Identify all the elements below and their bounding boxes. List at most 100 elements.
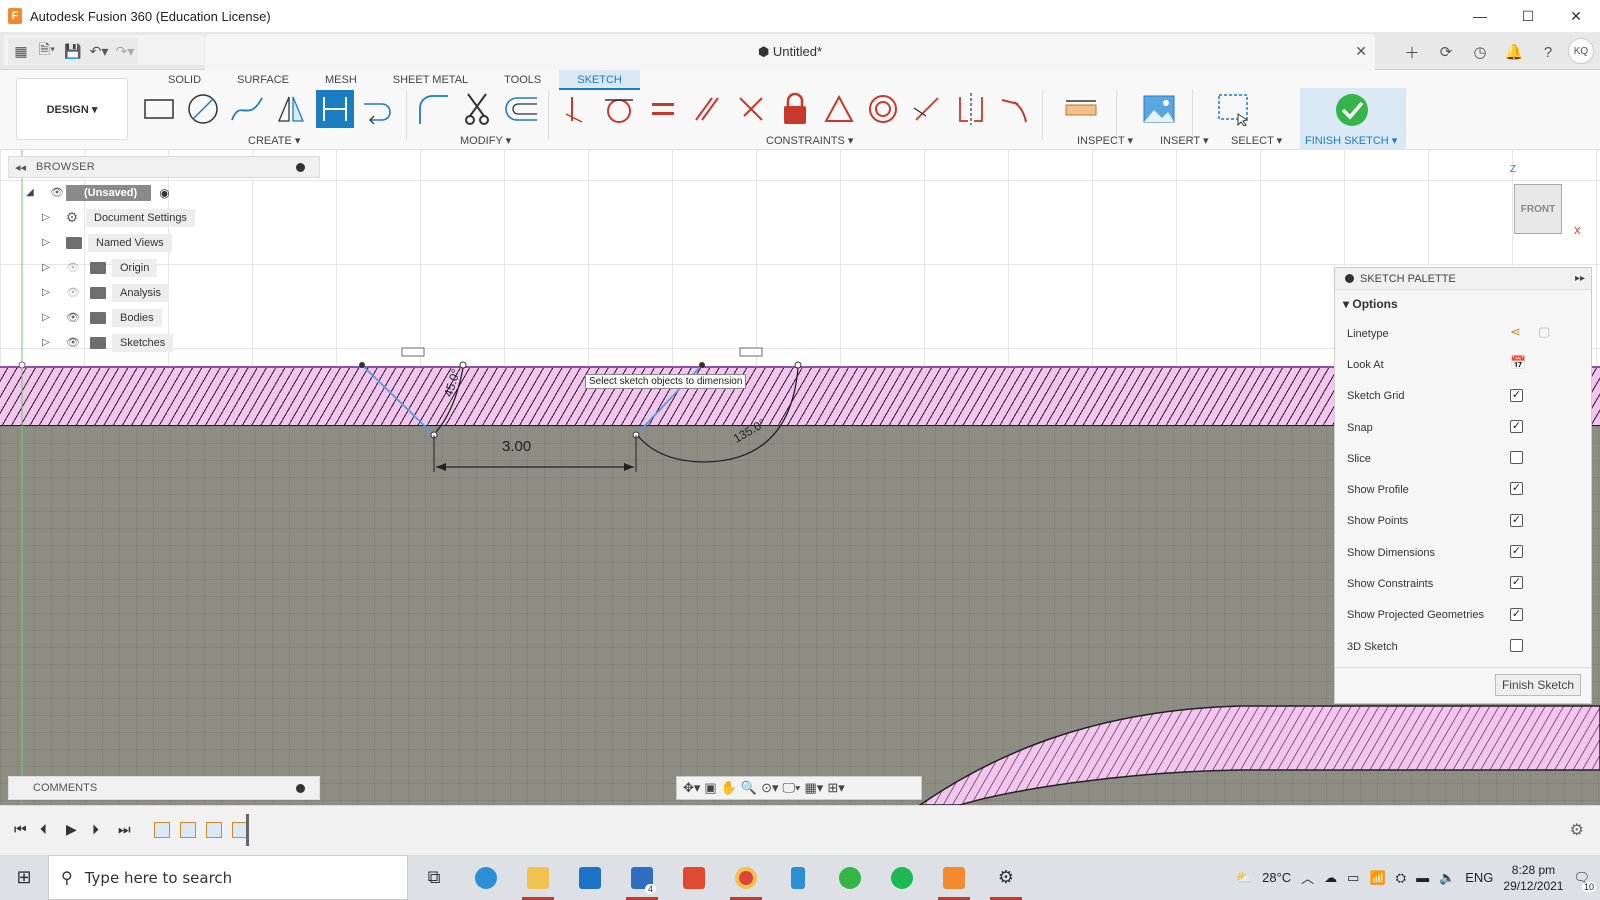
- go-to-start-icon[interactable]: ⏮: [14, 821, 27, 838]
- expand-triangle-icon[interactable]: ▷: [42, 212, 56, 223]
- user-avatar[interactable]: KQ: [1568, 38, 1594, 64]
- edge-browser-icon[interactable]: [460, 855, 512, 900]
- extensions-icon[interactable]: ⟳: [1432, 38, 1460, 66]
- sketch-grid-checkbox[interactable]: ✓: [1510, 388, 1523, 402]
- document-tab[interactable]: ⬢ Untitled* ✕: [205, 34, 1375, 70]
- weather-icon[interactable]: ⛅: [1236, 870, 1252, 886]
- pan-hand-icon[interactable]: ✋: [721, 780, 737, 796]
- battery-icon[interactable]: ▬: [1416, 870, 1429, 885]
- tab-solid[interactable]: SOLID: [150, 70, 219, 90]
- midpoint-constraint-icon[interactable]: [820, 90, 858, 128]
- tree-root[interactable]: ◢ 👁 (Unsaved) ◉: [8, 180, 320, 205]
- files-app-icon[interactable]: [772, 855, 824, 900]
- tree-item-document-settings[interactable]: ▷ ⚙ Document Settings: [8, 205, 320, 230]
- display-settings-icon[interactable]: 🖵▾: [783, 780, 801, 796]
- select-group-label[interactable]: SELECT ▾: [1231, 134, 1282, 147]
- visibility-eye-icon[interactable]: 👁: [64, 336, 82, 349]
- zoom-icon[interactable]: 🔍: [741, 780, 757, 796]
- perpendicular-constraint-icon[interactable]: [732, 90, 770, 128]
- viewports-icon[interactable]: ⊞▾: [827, 780, 844, 796]
- trim-scissors-icon[interactable]: [458, 90, 496, 128]
- go-to-end-icon[interactable]: ⏭: [118, 821, 131, 838]
- equal-constraint-icon[interactable]: [644, 90, 682, 128]
- collapse-triangle-icon[interactable]: ◢: [26, 187, 40, 198]
- hidden-eye-icon[interactable]: 👁: [64, 261, 82, 274]
- timeline-marker[interactable]: [246, 814, 249, 846]
- timeline-feature[interactable]: [206, 822, 222, 838]
- finish-sketch-label[interactable]: FINISH SKETCH ▾: [1305, 134, 1397, 147]
- comments-panel[interactable]: COMMENTS: [8, 776, 320, 800]
- pin-icon[interactable]: [296, 162, 305, 172]
- symmetry-constraint-icon[interactable]: [952, 90, 990, 128]
- expand-triangle-icon[interactable]: ▷: [42, 337, 56, 348]
- redo-icon[interactable]: ↷▾: [112, 38, 138, 64]
- file-explorer-icon[interactable]: [512, 855, 564, 900]
- expand-triangle-icon[interactable]: ▷: [42, 287, 56, 298]
- workspace-switcher[interactable]: DESIGN ▾: [16, 78, 128, 140]
- linear-dimension-value[interactable]: 3.00: [502, 438, 531, 455]
- fillet-tool-icon[interactable]: [414, 90, 452, 128]
- wifi-icon[interactable]: 📶: [1369, 870, 1385, 886]
- finish-sketch-button[interactable]: Finish Sketch: [1494, 674, 1581, 696]
- mail-icon[interactable]: 4: [616, 855, 668, 900]
- temperature[interactable]: 28°C: [1262, 870, 1291, 885]
- show-projected-geometries-checkbox[interactable]: ✓: [1510, 607, 1523, 621]
- tangent-constraint-icon[interactable]: [600, 90, 638, 128]
- collinear-constraint-icon[interactable]: [908, 90, 946, 128]
- show-points-checkbox[interactable]: ✓: [1510, 513, 1523, 527]
- tab-tools[interactable]: TOOLS: [486, 70, 559, 90]
- new-tab-icon[interactable]: ＋: [1398, 38, 1426, 66]
- show-hidden-icons-chevron-icon[interactable]: ︿: [1301, 868, 1314, 887]
- tab-sheet-metal[interactable]: SHEET METAL: [375, 70, 486, 90]
- add-comment-icon[interactable]: [296, 783, 305, 793]
- circle-tool-icon[interactable]: [184, 90, 222, 128]
- maximize-button[interactable]: ☐: [1504, 0, 1552, 32]
- volume-icon[interactable]: 🔈: [1439, 870, 1455, 886]
- visibility-eye-icon[interactable]: 👁: [48, 186, 66, 199]
- grid-settings-icon[interactable]: ▦▾: [805, 780, 824, 796]
- constraints-group-label[interactable]: CONSTRAINTS ▾: [766, 134, 853, 147]
- task-view-icon[interactable]: ⧉: [408, 855, 460, 900]
- device-icon[interactable]: ▭: [1347, 870, 1359, 886]
- chrome-icon[interactable]: [720, 855, 772, 900]
- job-status-icon[interactable]: ◷: [1466, 38, 1494, 66]
- coincident-constraint-icon[interactable]: [556, 90, 594, 128]
- timeline-sketch-feature[interactable]: [154, 822, 170, 838]
- browser-header[interactable]: ◂◂ BROWSER: [8, 156, 320, 178]
- centerline-linetype-icon[interactable]: ▢: [1538, 324, 1552, 339]
- expand-triangle-icon[interactable]: ▷: [42, 237, 56, 248]
- fit-zoom-icon[interactable]: ⊙▾: [761, 780, 778, 796]
- sketch-palette-header[interactable]: SKETCH PALETTE ▸▸: [1335, 268, 1591, 290]
- expand-arrows-icon[interactable]: ▸▸: [1575, 273, 1585, 284]
- mirror-tool-icon[interactable]: [272, 90, 310, 128]
- language-indicator[interactable]: ENG: [1465, 870, 1493, 885]
- collapse-arrows-icon[interactable]: ◂◂: [15, 161, 26, 174]
- view-cube[interactable]: FRONT: [1514, 184, 1562, 234]
- options-section[interactable]: ▾ Options: [1335, 290, 1591, 318]
- tab-sketch[interactable]: SKETCH: [559, 70, 640, 90]
- create-group-label[interactable]: CREATE ▾: [248, 134, 300, 147]
- insert-image-icon[interactable]: [1140, 90, 1178, 128]
- undo-icon[interactable]: ↶▾: [86, 38, 112, 64]
- expand-triangle-icon[interactable]: ▷: [42, 262, 56, 273]
- expand-triangle-icon[interactable]: ▷: [42, 312, 56, 323]
- save-icon[interactable]: 💾: [60, 38, 86, 64]
- fusion360-taskbar-icon[interactable]: [928, 855, 980, 900]
- file-menu-icon[interactable]: 🗎▾: [34, 38, 60, 64]
- orbit-icon[interactable]: ✥▾: [683, 780, 700, 796]
- step-forward-icon[interactable]: ⏵: [92, 821, 99, 838]
- insert-group-label[interactable]: INSERT ▾: [1160, 134, 1209, 147]
- concentric-constraint-icon[interactable]: [864, 90, 902, 128]
- look-at-button-icon[interactable]: 📅: [1510, 355, 1526, 370]
- notifications-bell-icon[interactable]: 🔔: [1500, 38, 1528, 66]
- cloud-icon[interactable]: ☁: [1324, 870, 1337, 886]
- windows-start-icon[interactable]: ⊞: [0, 855, 48, 900]
- tree-item-bodies[interactable]: ▷ 👁 Bodies: [8, 305, 320, 330]
- help-icon[interactable]: ?: [1534, 38, 1562, 66]
- 3d-sketch-checkbox[interactable]: [1510, 638, 1523, 652]
- settings-gear-icon[interactable]: ⚙: [980, 855, 1032, 900]
- data-panel-grid-icon[interactable]: ▦: [8, 38, 34, 64]
- show-profile-checkbox[interactable]: ✓: [1510, 482, 1523, 496]
- whatsapp-icon[interactable]: [824, 855, 876, 900]
- curvature-constraint-icon[interactable]: [996, 90, 1034, 128]
